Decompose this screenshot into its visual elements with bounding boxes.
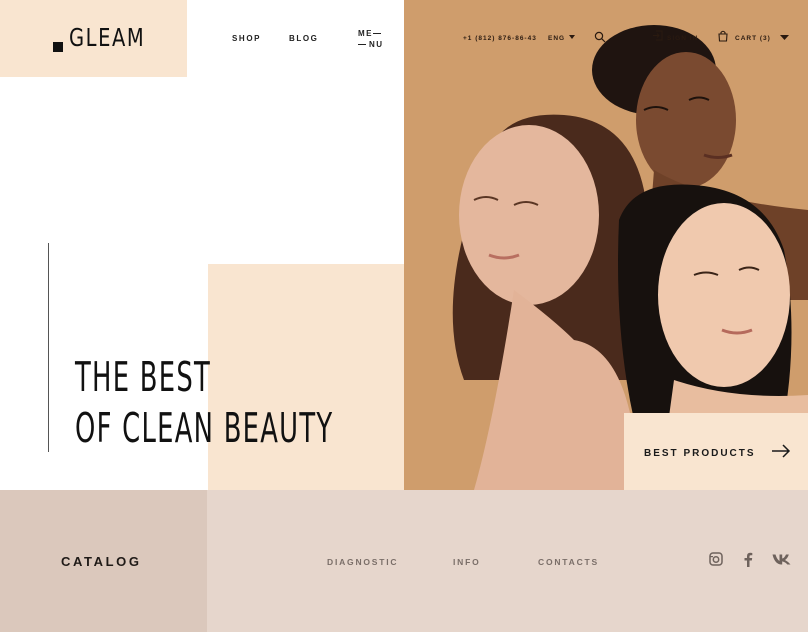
footer-link-info[interactable]: INFO: [453, 557, 481, 567]
hero-headline: THE BEST OF CLEAN BEAUTY: [75, 352, 333, 454]
menu-line-icon: [358, 44, 366, 45]
chevron-down-icon[interactable]: [780, 35, 789, 41]
best-products-button[interactable]: BEST PRODUCTS: [624, 413, 808, 490]
headline-line-1: THE BEST: [75, 353, 212, 401]
chevron-down-icon: [569, 35, 576, 39]
menu-line-icon: [373, 33, 381, 34]
logo-square: [53, 42, 63, 52]
nav-blog-link[interactable]: BLOG: [289, 34, 319, 43]
cart-icon: [718, 30, 728, 42]
search-icon[interactable]: [594, 31, 606, 43]
menu-label-top: ME: [358, 29, 373, 38]
menu-label-bottom: NU: [369, 40, 384, 49]
best-products-label: BEST PRODUCTS: [644, 448, 756, 459]
footer-link-diagnostic[interactable]: DIAGNOSTIC: [327, 557, 398, 567]
vk-icon[interactable]: [772, 554, 791, 565]
facebook-icon[interactable]: [743, 552, 753, 567]
catalog-button[interactable]: CATALOG: [0, 490, 207, 632]
language-select[interactable]: ENG: [548, 35, 576, 42]
instagram-icon[interactable]: [709, 552, 723, 566]
cart-link[interactable]: CART (3): [735, 35, 771, 42]
menu-button[interactable]: ME NU: [357, 29, 385, 51]
catalog-label: CATALOG: [61, 554, 142, 569]
sign-in-link[interactable]: SIGN IN: [667, 35, 698, 42]
nav-shop-link[interactable]: SHOP: [232, 34, 261, 43]
footer-link-contacts[interactable]: CONTACTS: [538, 557, 599, 567]
arrow-right-icon: [772, 444, 791, 458]
phone-number[interactable]: +1 (812) 876-86-43: [463, 35, 537, 42]
language-label: ENG: [548, 35, 566, 42]
vertical-divider: [48, 243, 49, 452]
headline-line-2: OF CLEAN BEAUTY: [75, 404, 334, 452]
logo-text: GLEAM: [69, 23, 146, 52]
footer: CATALOG DIAGNOSTIC INFO CONTACTS: [0, 490, 808, 632]
logo-block[interactable]: GLEAM: [0, 0, 187, 77]
sign-in-icon: [653, 30, 663, 41]
